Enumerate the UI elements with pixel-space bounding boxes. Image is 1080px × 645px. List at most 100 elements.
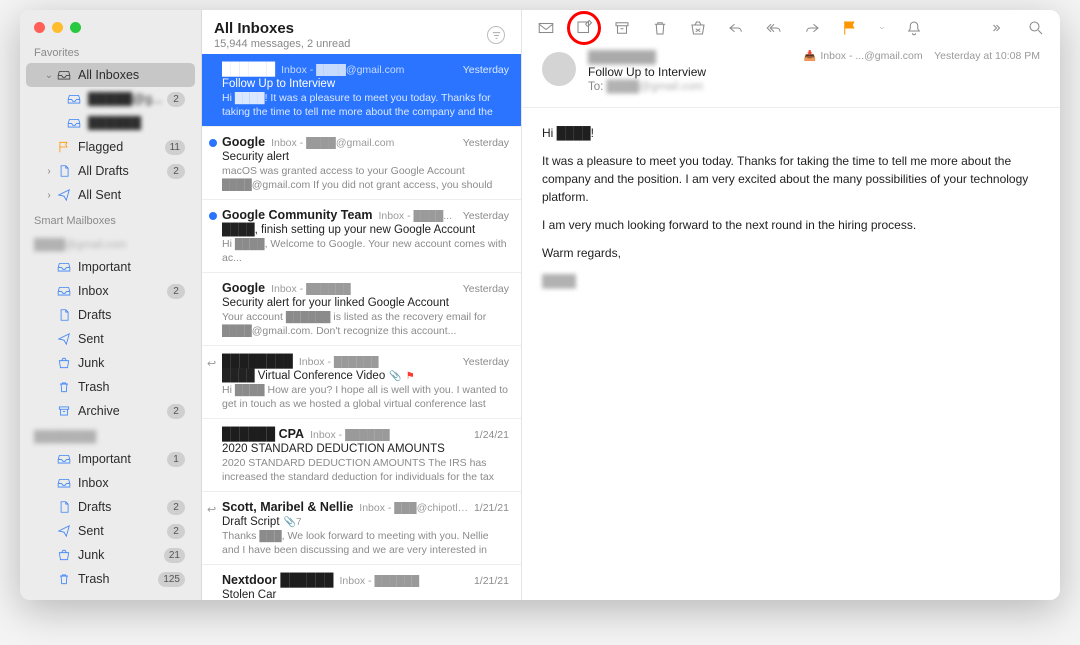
mute-button[interactable]	[904, 18, 924, 38]
archive-icon	[56, 403, 72, 419]
sidebar-section-account1: ████@gmail.com	[20, 231, 201, 255]
message-item[interactable]: Nextdoor ██████Inbox - ██████1/21/21Stol…	[202, 565, 521, 600]
search-button[interactable]	[1026, 18, 1046, 38]
sidebar: Favorites ⌄ All Inboxes █████@g... 2 ███…	[20, 10, 202, 600]
junk-icon	[56, 355, 72, 371]
sidebar-item-trash2[interactable]: Trash 125	[26, 567, 195, 591]
sidebar-item-sent2[interactable]: Sent 2	[26, 519, 195, 543]
inbox-icon	[56, 259, 72, 275]
sidebar-item-label: Junk	[78, 356, 185, 370]
sidebar-item-label: Trash	[78, 380, 185, 394]
message-subject: Security alert for your linked Google Ac…	[222, 297, 509, 309]
sidebar-item-drafts2[interactable]: Drafts 2	[26, 495, 195, 519]
archive-button[interactable]	[612, 18, 632, 38]
to-label: To:	[588, 81, 603, 93]
sidebar-item-all-inboxes[interactable]: ⌄ All Inboxes	[26, 63, 195, 87]
sent-icon	[56, 331, 72, 347]
message-item[interactable]: Google Community TeamInbox - ████...Yest…	[202, 200, 521, 273]
sent-icon	[56, 523, 72, 539]
more-button[interactable]	[988, 18, 1008, 38]
reply-indicator-icon: ↩	[207, 357, 216, 370]
flag-button[interactable]	[840, 18, 860, 38]
message-date: Yesterday	[463, 210, 509, 222]
message-subject: Draft Script📎7	[222, 516, 509, 528]
message-list[interactable]: ██████Inbox - ████@gmail.comYesterdayFol…	[202, 54, 521, 600]
message-subject: 2020 STANDARD DEDUCTION AMOUNTS	[222, 443, 509, 455]
close-window-button[interactable]	[34, 22, 45, 33]
minimize-window-button[interactable]	[52, 22, 63, 33]
sidebar-item-label: Trash	[78, 572, 158, 586]
message-item[interactable]: ↩████████Inbox - ██████Yesterday████ Vir…	[202, 346, 521, 419]
body-signature: ████	[542, 272, 1040, 290]
message-preview: Your account ██████ is listed as the rec…	[222, 311, 509, 337]
reply-button[interactable]	[726, 18, 746, 38]
sidebar-item-important[interactable]: Important	[26, 255, 195, 279]
sidebar-item-label: Archive	[78, 404, 167, 418]
chevron-right-icon: ›	[44, 190, 54, 201]
message-item[interactable]: GoogleInbox - ████@gmail.comYesterdaySec…	[202, 127, 521, 200]
flag-menu-chevron-icon[interactable]	[878, 18, 886, 38]
message-list-pane: All Inboxes 15,944 messages, 2 unread ██…	[202, 10, 522, 600]
document-icon	[56, 499, 72, 515]
filter-button[interactable]	[487, 26, 505, 44]
sidebar-item-junk2[interactable]: Junk 21	[26, 543, 195, 567]
message-date: 1/24/21	[474, 429, 509, 441]
sidebar-item-flagged[interactable]: Flagged 11	[26, 135, 195, 159]
sidebar-item-all-sent[interactable]: › All Sent	[26, 183, 195, 207]
body-line: I am very much looking forward to the ne…	[542, 216, 1040, 234]
inbox-small-icon: 📥	[804, 51, 816, 62]
sidebar-item-label: ██████	[88, 116, 185, 130]
sidebar-subitem-account1[interactable]: █████@g... 2	[26, 87, 195, 111]
message-subject: ████, finish setting up your new Google …	[222, 224, 509, 236]
sidebar-item-label: Sent	[78, 332, 185, 346]
reply-indicator-icon: ↩	[207, 503, 216, 516]
message-list-header: All Inboxes 15,944 messages, 2 unread	[202, 10, 521, 54]
sender-avatar	[542, 52, 576, 86]
message-preview: Hi ████, Welcome to Google. Your new acc…	[222, 238, 509, 264]
message-inbox-label: Inbox - ██████	[271, 283, 463, 295]
to-value: ████@gmail.com	[607, 81, 704, 93]
sidebar-item-label: Sent	[78, 524, 167, 538]
badge-count: 2	[167, 404, 185, 419]
message-inbox-label: Inbox - ██████	[310, 429, 474, 441]
sidebar-subitem-account2[interactable]: ██████	[26, 111, 195, 135]
sidebar-item-all-drafts[interactable]: › All Drafts 2	[26, 159, 195, 183]
sidebar-item-label: Inbox	[78, 284, 167, 298]
sidebar-item-junk[interactable]: Junk	[26, 351, 195, 375]
unread-dot-icon	[209, 212, 217, 220]
sidebar-item-label: Drafts	[78, 308, 185, 322]
message-item[interactable]: ↩Scott, Maribel & NellieInbox - ███@chip…	[202, 492, 521, 565]
document-icon	[56, 163, 72, 179]
message-from: ████████	[222, 354, 293, 368]
sidebar-item-drafts[interactable]: Drafts	[26, 303, 195, 327]
sidebar-item-important2[interactable]: Important 1	[26, 447, 195, 471]
forward-button[interactable]	[802, 18, 822, 38]
document-icon	[56, 307, 72, 323]
reply-all-button[interactable]	[764, 18, 784, 38]
junk-button[interactable]	[688, 18, 708, 38]
message-item[interactable]: ██████ CPAInbox - ██████1/24/212020 STAN…	[202, 419, 521, 492]
sidebar-item-trash[interactable]: Trash	[26, 375, 195, 399]
message-subject: Security alert	[222, 151, 509, 163]
badge-count: 2	[167, 524, 185, 539]
sidebar-item-inbox2[interactable]: Inbox	[26, 471, 195, 495]
compose-highlight-circle	[567, 11, 601, 45]
sender-name: ████████	[588, 50, 792, 64]
body-line: Warm regards,	[542, 244, 1040, 262]
sidebar-item-archive[interactable]: Archive 2	[26, 399, 195, 423]
message-item[interactable]: GoogleInbox - ██████YesterdaySecurity al…	[202, 273, 521, 346]
compose-button[interactable]	[574, 18, 594, 38]
mail-window: Favorites ⌄ All Inboxes █████@g... 2 ███…	[20, 10, 1060, 600]
message-date: Yesterday	[463, 356, 509, 368]
message-item[interactable]: ██████Inbox - ████@gmail.comYesterdayFol…	[202, 54, 521, 127]
message-preview: macOS was granted access to your Google …	[222, 165, 509, 191]
envelope-button[interactable]	[536, 18, 556, 38]
attachment-icon: 📎	[389, 371, 401, 382]
sidebar-item-sent[interactable]: Sent	[26, 327, 195, 351]
zoom-window-button[interactable]	[70, 22, 81, 33]
message-inbox-label: Inbox - ███@chipotlefilm...	[359, 502, 474, 514]
message-inbox-label: Inbox - ██████	[299, 356, 463, 368]
sidebar-item-inbox[interactable]: Inbox 2	[26, 279, 195, 303]
delete-button[interactable]	[650, 18, 670, 38]
flag-icon: ⚑	[406, 371, 415, 382]
